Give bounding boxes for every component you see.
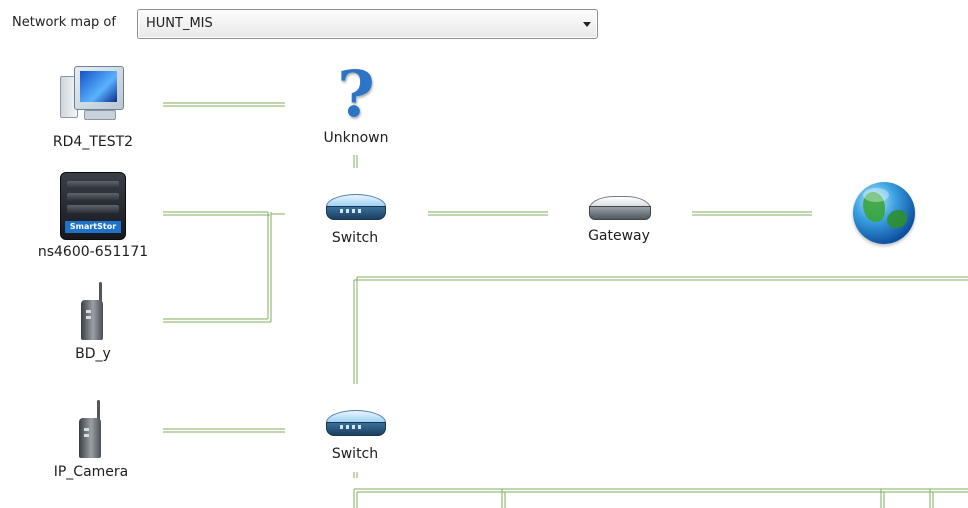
node-switch[interactable]: Switch [314, 192, 396, 246]
wireless-device-icon [71, 400, 111, 460]
link-unknown-switch [353, 155, 358, 168]
node-internet[interactable] [852, 182, 916, 244]
node-switch-2[interactable]: Switch [314, 408, 396, 462]
network-map-label: Network map of [12, 15, 116, 30]
link-switch-switch2 [353, 276, 968, 384]
network-map-canvas: RD4_TEST2 ? Unknown SmartStor ns4600-651… [0, 48, 968, 508]
node-label: Gateway [588, 228, 650, 244]
node-rd4-test2[interactable]: RD4_TEST2 [48, 64, 138, 150]
globe-icon [853, 182, 915, 244]
connection-lines [163, 102, 968, 508]
computer-icon [60, 64, 126, 130]
nas-brand: SmartStor [65, 221, 121, 233]
link-bdy-switch [163, 318, 271, 323]
link-switch-gateway [428, 211, 548, 216]
node-label: IP_Camera [53, 464, 129, 480]
link-switch2-down [353, 472, 358, 478]
node-label: Unknown [323, 130, 389, 146]
chevron-down-icon[interactable] [583, 22, 591, 27]
node-label: ns4600-651171 [37, 244, 149, 260]
node-unknown[interactable]: ? Unknown [316, 57, 396, 147]
question-mark-icon: ? [337, 57, 375, 132]
wireless-device-icon [73, 282, 113, 342]
link-rd4-unknown [163, 102, 285, 107]
node-label: Switch [331, 230, 379, 246]
link-gateway-internet [692, 211, 812, 216]
node-ns4600[interactable]: SmartStor ns4600-651171 [33, 172, 153, 260]
nas-storage-icon: SmartStor [60, 172, 126, 240]
node-gateway[interactable]: Gateway [578, 192, 660, 244]
link-ipcamera-switch2 [163, 428, 285, 433]
node-label: RD4_TEST2 [52, 134, 134, 150]
switch-icon [322, 408, 388, 442]
node-label: BD_y [75, 346, 111, 362]
router-icon [587, 192, 651, 224]
switch-icon [322, 192, 388, 226]
network-select-dropdown[interactable]: HUNT_MIS [137, 9, 598, 39]
node-label: Switch [331, 446, 379, 462]
link-ns4600-switch [163, 211, 285, 322]
node-ip-camera[interactable]: IP_Camera [46, 400, 136, 480]
link-bottom-row [353, 488, 968, 508]
node-bd-y[interactable]: BD_y [53, 282, 133, 362]
network-select-value: HUNT_MIS [146, 16, 213, 31]
